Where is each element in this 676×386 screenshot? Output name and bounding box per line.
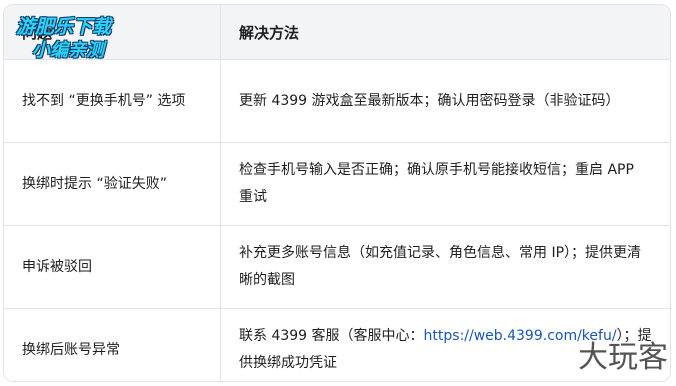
solution-cell: 补充更多账号信息（如充值记录、角色信息、常用 IP）；提供更清晰的截图 bbox=[220, 225, 670, 309]
problem-cell: 换绑时提示 “验证失败” bbox=[4, 142, 221, 226]
solution-text-prefix: 联系 4399 客服（客服中心： bbox=[239, 328, 424, 344]
solution-cell: 检查手机号输入是否正确；确认原手机号能接收短信；重启 APP 重试 bbox=[220, 142, 670, 226]
table-row: 换绑时提示 “验证失败” 检查手机号输入是否正确；确认原手机号能接收短信；重启 … bbox=[4, 142, 670, 226]
table-header-row: 问题 解决方法 bbox=[4, 5, 670, 60]
page: 问题 解决方法 找不到 “更换手机号” 选项 更新 4399 游戏盒至最新版本；… bbox=[0, 0, 676, 386]
table-row: 申诉被驳回 补充更多账号信息（如充值记录、角色信息、常用 IP）；提供更清晰的截… bbox=[4, 225, 670, 309]
problem-cell: 申诉被驳回 bbox=[4, 225, 221, 309]
table-row: 换绑后账号异常 联系 4399 客服（客服中心：https://web.4399… bbox=[4, 308, 671, 382]
solution-cell: 联系 4399 客服（客服中心：https://web.4399.com/kef… bbox=[221, 309, 671, 382]
header-problem: 问题 bbox=[4, 5, 221, 60]
header-solution: 解决方法 bbox=[220, 5, 670, 60]
problem-cell: 找不到 “更换手机号” 选项 bbox=[4, 59, 221, 143]
problem-cell: 换绑后账号异常 bbox=[4, 308, 221, 381]
kefu-link[interactable]: https://web.4399.com/kefu/ bbox=[424, 328, 617, 344]
solutions-table-container: 问题 解决方法 找不到 “更换手机号” 选项 更新 4399 游戏盒至最新版本；… bbox=[3, 4, 671, 382]
table-row: 找不到 “更换手机号” 选项 更新 4399 游戏盒至最新版本；确认用密码登录（… bbox=[4, 59, 670, 143]
solution-cell: 更新 4399 游戏盒至最新版本；确认用密码登录（非验证码） bbox=[220, 59, 670, 143]
solutions-table: 问题 解决方法 找不到 “更换手机号” 选项 更新 4399 游戏盒至最新版本；… bbox=[4, 5, 671, 382]
